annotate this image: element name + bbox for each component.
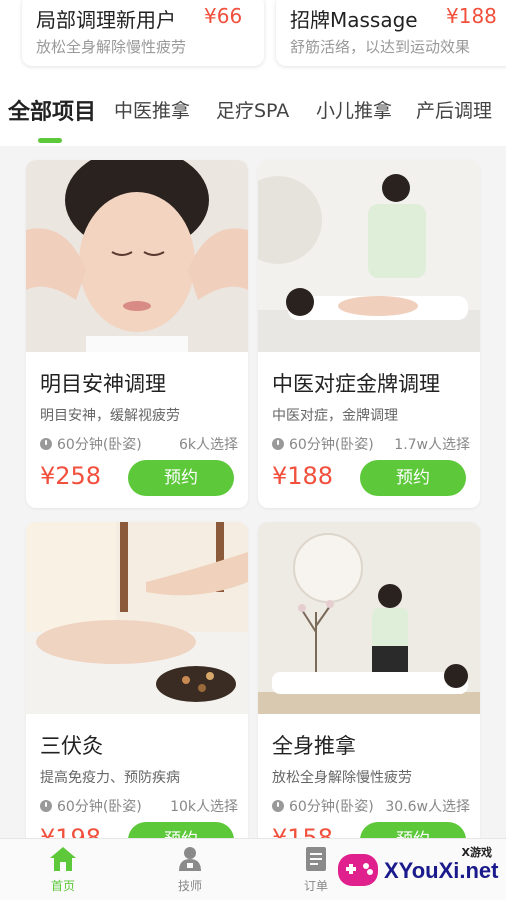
tab-pediatric[interactable]: 小儿推拿 <box>316 96 392 123</box>
product-card[interactable]: 中医对症金牌调理 中医对症，金牌调理 60分钟(卧姿) 1.7w人选择 ¥188… <box>258 160 480 508</box>
product-subtitle: 明目安神，缓解视疲劳 <box>40 408 180 424</box>
book-button[interactable]: 预约 <box>360 460 466 496</box>
tab-foot-spa[interactable]: 足疗SPA <box>216 96 289 123</box>
promo-strip: 局部调理新用户 ¥66 放松全身解除慢性疲劳 招牌Massage ¥188 舒筋… <box>0 0 506 82</box>
clock-icon <box>40 800 52 812</box>
product-duration: 60分钟(卧姿) <box>289 799 374 815</box>
product-duration: 60分钟(卧姿) <box>289 437 374 453</box>
promo-title: 招牌Massage <box>290 8 418 32</box>
category-tabs: 全部项目 中医推拿 足疗SPA 小儿推拿 产后调理 <box>0 82 506 146</box>
order-icon <box>306 847 326 871</box>
product-meta: 60分钟(卧姿) 30.6w人选择 <box>272 796 470 816</box>
tab-tcm-massage[interactable]: 中医推拿 <box>114 96 190 123</box>
nav-home-label: 首页 <box>50 879 75 893</box>
nav-technician[interactable]: 技师 <box>150 845 230 894</box>
product-card[interactable]: 三伏灸 提高免疫力、预防疾病 60分钟(卧姿) 10k人选择 ¥198 预约 <box>26 522 248 870</box>
product-count: 1.7w人选择 <box>394 437 470 453</box>
product-card[interactable]: 全身推拿 放松全身解除慢性疲劳 60分钟(卧姿) 30.6w人选择 ¥158 预… <box>258 522 480 870</box>
tab-all[interactable]: 全部项目 <box>8 94 96 126</box>
book-button[interactable]: 预约 <box>128 460 234 496</box>
clock-icon <box>40 438 52 450</box>
product-count: 6k人选择 <box>178 437 238 453</box>
promo-price: ¥66 <box>204 4 243 28</box>
product-duration: 60分钟(卧姿) <box>57 437 142 453</box>
product-title: 全身推拿 <box>272 734 356 758</box>
nav-home[interactable]: 首页 <box>23 845 103 894</box>
product-subtitle: 放松全身解除慢性疲劳 <box>272 770 412 786</box>
product-meta: 60分钟(卧姿) 1.7w人选择 <box>272 434 470 454</box>
nav-technician-label: 技师 <box>177 879 202 893</box>
product-price: ¥258 <box>40 462 102 490</box>
product-price: ¥188 <box>272 462 334 490</box>
full-body-massage-image <box>258 522 480 714</box>
product-title: 三伏灸 <box>40 734 103 758</box>
face-massage-image <box>26 160 248 352</box>
promo-card[interactable]: 局部调理新用户 ¥66 放松全身解除慢性疲劳 <box>22 0 264 66</box>
product-title: 中医对症金牌调理 <box>272 372 440 396</box>
promo-subtitle: 舒筋活络，以达到运动效果 <box>290 38 471 56</box>
abdomen-massage-image <box>258 160 480 352</box>
product-title: 明目安神调理 <box>40 372 166 396</box>
watermark-text: XYouXi.net <box>384 858 499 883</box>
product-duration: 60分钟(卧姿) <box>57 799 142 815</box>
clock-icon <box>272 800 284 812</box>
tab-postpartum[interactable]: 产后调理 <box>416 96 492 123</box>
product-subtitle: 提高免疫力、预防疾病 <box>40 770 180 786</box>
clock-icon <box>272 438 284 450</box>
product-meta: 60分钟(卧姿) 6k人选择 <box>40 434 238 454</box>
home-icon <box>50 847 76 871</box>
watermark: X游戏 XYouXi.net <box>334 842 506 900</box>
technician-icon <box>179 847 201 871</box>
promo-price: ¥188 <box>446 4 497 28</box>
product-card[interactable]: 明目安神调理 明目安神，缓解视疲劳 60分钟(卧姿) 6k人选择 ¥258 预约 <box>26 160 248 508</box>
tab-indicator <box>38 138 62 143</box>
promo-title: 局部调理新用户 <box>36 8 176 32</box>
product-meta: 60分钟(卧姿) 10k人选择 <box>40 796 238 816</box>
promo-subtitle: 放松全身解除慢性疲劳 <box>36 38 187 56</box>
gamepad-logo-icon <box>338 854 378 886</box>
moxibustion-image <box>26 522 248 714</box>
promo-card[interactable]: 招牌Massage ¥188 舒筋活络，以达到运动效果 <box>276 0 506 66</box>
product-count: 30.6w人选择 <box>385 799 470 815</box>
product-subtitle: 中医对症，金牌调理 <box>272 408 398 424</box>
product-count: 10k人选择 <box>170 799 238 815</box>
